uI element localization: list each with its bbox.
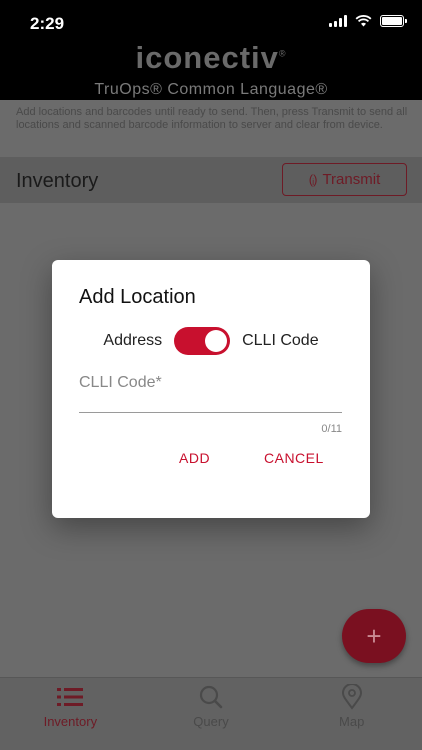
toggle-label-clli: CLLI Code [242,332,319,349]
battery-icon [380,15,407,27]
char-counter: 0/11 [321,423,342,435]
location-type-toggle-row: Address CLLI Code [52,327,370,355]
status-time: 2:29 [30,14,65,33]
add-button[interactable]: ADD [179,450,210,466]
app-subtitle: TruOps® Common Language® [94,81,328,98]
cellular-signal-icon [329,15,347,27]
add-fab-button[interactable]: + [342,609,406,663]
search-icon [199,685,223,709]
nav-label-map: Map [339,714,365,729]
cancel-button[interactable]: CANCEL [264,450,324,466]
clli-code-field[interactable]: CLLI Code* [79,374,162,392]
map-pin-icon [341,684,362,710]
brand-name: iconectiv [135,40,279,75]
list-icon [57,688,84,706]
bottom-nav: Inventory Query Map [0,677,422,750]
instructions-text: Add locations and barcodes until ready t… [16,106,408,131]
toggle-label-address: Address [103,332,163,349]
status-icons [329,15,407,27]
nav-item-map[interactable]: Map [281,678,422,750]
nav-label-query: Query [193,714,229,729]
location-type-switch[interactable] [174,327,231,355]
field-underline [79,412,342,413]
status-bar: 2:29 [0,0,422,44]
brand-logo: iconectiv® [135,40,287,75]
dialog-title: Add Location [79,286,196,308]
nav-label-inventory: Inventory [43,714,98,729]
antenna-icon: (ᵢ) [308,172,318,187]
transmit-button[interactable]: (ᵢ) Transmit [282,163,407,196]
app-header: 2:29 iconectiv® TruOps® Common Language® [0,0,422,100]
wifi-icon [355,15,372,27]
plus-icon: + [366,620,382,651]
nav-item-inventory[interactable]: Inventory [0,678,141,750]
transmit-label: Transmit [322,171,381,188]
add-location-dialog: Add Location Address CLLI Code CLLI Code… [52,260,370,518]
nav-item-query[interactable]: Query [141,678,282,750]
section-title: Inventory [16,170,99,192]
